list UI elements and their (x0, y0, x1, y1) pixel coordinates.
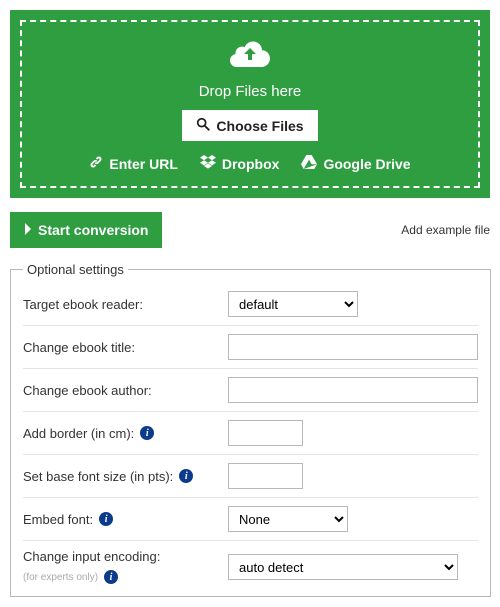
info-icon[interactable]: i (99, 512, 113, 526)
embed-select[interactable]: None (228, 506, 348, 532)
start-label: Start conversion (38, 222, 148, 238)
choose-files-label: Choose Files (216, 118, 303, 134)
action-row: Start conversion Add example file (10, 212, 490, 248)
dropbox-icon (200, 155, 216, 172)
start-conversion-button[interactable]: Start conversion (10, 212, 162, 248)
row-author: Change ebook author: (23, 369, 478, 412)
author-input[interactable] (228, 377, 478, 403)
target-reader-label: Target ebook reader: (23, 297, 143, 312)
google-drive-link[interactable]: Google Drive (301, 155, 410, 172)
dropzone-inner[interactable]: Drop Files here Choose Files Enter URL D… (20, 20, 480, 188)
gdrive-label: Google Drive (323, 156, 410, 172)
optional-settings: Optional settings Target ebook reader: d… (10, 262, 491, 597)
fontsize-label: Set base font size (in pts): (23, 469, 173, 484)
enter-url-link[interactable]: Enter URL (89, 155, 177, 172)
encoding-label: Change input encoding: (23, 549, 160, 564)
encoding-select[interactable]: auto detect (228, 554, 458, 580)
google-drive-icon (301, 155, 317, 172)
chevron-right-icon (24, 222, 32, 238)
fontsize-input[interactable] (228, 463, 303, 489)
row-encoding: Change input encoding: (for experts only… (23, 541, 478, 592)
dropzone-text: Drop Files here (32, 83, 468, 100)
title-input[interactable] (228, 334, 478, 360)
row-title: Change ebook title: (23, 326, 478, 369)
choose-files-button[interactable]: Choose Files (182, 110, 317, 141)
search-icon (196, 117, 210, 134)
add-example-link[interactable]: Add example file (401, 223, 490, 237)
embed-label: Embed font: (23, 512, 93, 527)
border-input[interactable] (228, 420, 303, 446)
source-row: Enter URL Dropbox Google Drive (32, 155, 468, 172)
dropbox-label: Dropbox (222, 156, 280, 172)
row-fontsize: Set base font size (in pts): i (23, 455, 478, 498)
info-icon[interactable]: i (104, 570, 118, 584)
optional-legend: Optional settings (23, 262, 128, 277)
row-target-reader: Target ebook reader: default (23, 283, 478, 326)
dropzone[interactable]: Drop Files here Choose Files Enter URL D… (10, 10, 490, 198)
cloud-upload-icon (229, 38, 271, 71)
target-reader-select[interactable]: default (228, 291, 358, 317)
border-label: Add border (in cm): (23, 426, 134, 441)
row-border: Add border (in cm): i (23, 412, 478, 455)
encoding-note: (for experts only) (23, 572, 98, 583)
link-icon (89, 155, 103, 172)
enter-url-label: Enter URL (109, 156, 177, 172)
dropbox-link[interactable]: Dropbox (200, 155, 280, 172)
author-label: Change ebook author: (23, 383, 152, 398)
title-label: Change ebook title: (23, 340, 135, 355)
row-embed: Embed font: i None (23, 498, 478, 541)
info-icon[interactable]: i (179, 469, 193, 483)
info-icon[interactable]: i (140, 426, 154, 440)
